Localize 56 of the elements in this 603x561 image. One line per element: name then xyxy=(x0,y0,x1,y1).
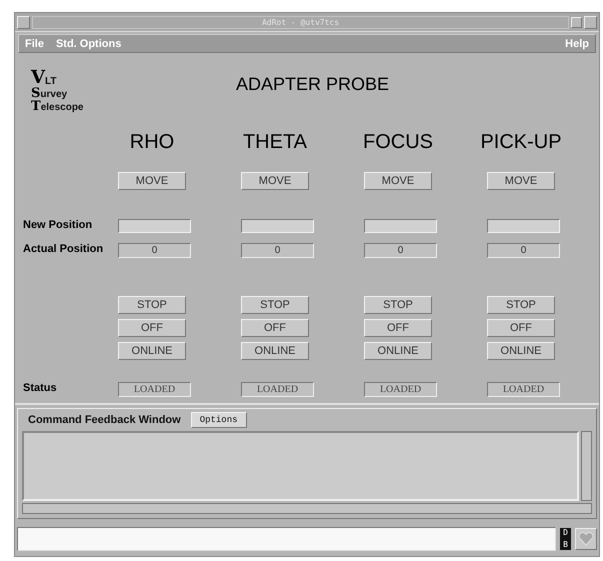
status-field: LOADED xyxy=(487,382,560,397)
command-button[interactable]: ONLINE xyxy=(364,342,432,360)
logo-letter: V xyxy=(31,69,45,87)
logo-text: LT xyxy=(44,77,56,87)
window-menu-button[interactable] xyxy=(17,16,30,28)
axis-heading: THETA xyxy=(242,131,308,154)
feedback-text-area[interactable] xyxy=(22,431,579,501)
new-position-field[interactable] xyxy=(487,219,560,233)
axis-heading: FOCUS xyxy=(363,131,433,154)
command-button[interactable]: STOP xyxy=(241,296,309,314)
new-position-field[interactable] xyxy=(118,219,191,233)
command-button[interactable]: OFF xyxy=(364,319,432,337)
status-field: LOADED xyxy=(364,382,437,397)
row-label: Actual Position xyxy=(23,243,104,255)
logo-letter: S xyxy=(31,87,40,100)
command-button[interactable]: ONLINE xyxy=(241,342,309,360)
command-input-field[interactable] xyxy=(17,527,556,551)
command-button[interactable]: ONLINE xyxy=(118,342,186,360)
move-button[interactable]: MOVE xyxy=(364,172,432,190)
horizontal-scrollbar[interactable] xyxy=(22,503,592,514)
status-field: LOADED xyxy=(241,382,314,397)
db-letter: B xyxy=(563,540,568,550)
command-button[interactable]: OFF xyxy=(487,319,555,337)
move-button[interactable]: MOVE xyxy=(241,172,309,190)
options-button[interactable]: Options xyxy=(190,412,247,428)
vertical-scrollbar[interactable] xyxy=(581,431,592,501)
row-label: New Position xyxy=(23,219,92,231)
window-title: AdRot - @utv7tcs xyxy=(32,16,569,28)
axis-heading: PICK-UP xyxy=(480,131,562,154)
heart-button[interactable] xyxy=(575,528,597,550)
command-button[interactable]: OFF xyxy=(118,319,186,337)
logo-letter: T xyxy=(31,100,41,113)
logo-text: urvey xyxy=(40,90,68,100)
command-button[interactable]: STOP xyxy=(364,296,432,314)
move-button[interactable]: MOVE xyxy=(118,172,186,190)
logo-text: elescope xyxy=(40,103,84,113)
panel-title: ADAPTER PROBE xyxy=(236,74,390,95)
command-button[interactable]: STOP xyxy=(487,296,555,314)
new-position-field[interactable] xyxy=(241,219,314,233)
actual-position-field: 0 xyxy=(364,243,437,258)
command-button[interactable]: OFF xyxy=(241,319,309,337)
new-position-field[interactable] xyxy=(364,219,437,233)
actual-position-field: 0 xyxy=(118,243,191,258)
move-button[interactable]: MOVE xyxy=(487,172,555,190)
row-label: Status xyxy=(23,382,57,394)
db-letter: D xyxy=(563,528,568,538)
command-button[interactable]: ONLINE xyxy=(487,342,555,360)
heart-icon xyxy=(578,532,594,546)
actual-position-field: 0 xyxy=(487,243,560,258)
feedback-title: Command Feedback Window xyxy=(28,414,181,426)
actual-position-field: 0 xyxy=(241,243,314,258)
axis-heading: RHO xyxy=(130,131,174,154)
status-field: LOADED xyxy=(118,382,191,397)
command-button[interactable]: STOP xyxy=(118,296,186,314)
maximize-button[interactable] xyxy=(584,16,597,28)
minimize-button[interactable] xyxy=(571,16,582,28)
